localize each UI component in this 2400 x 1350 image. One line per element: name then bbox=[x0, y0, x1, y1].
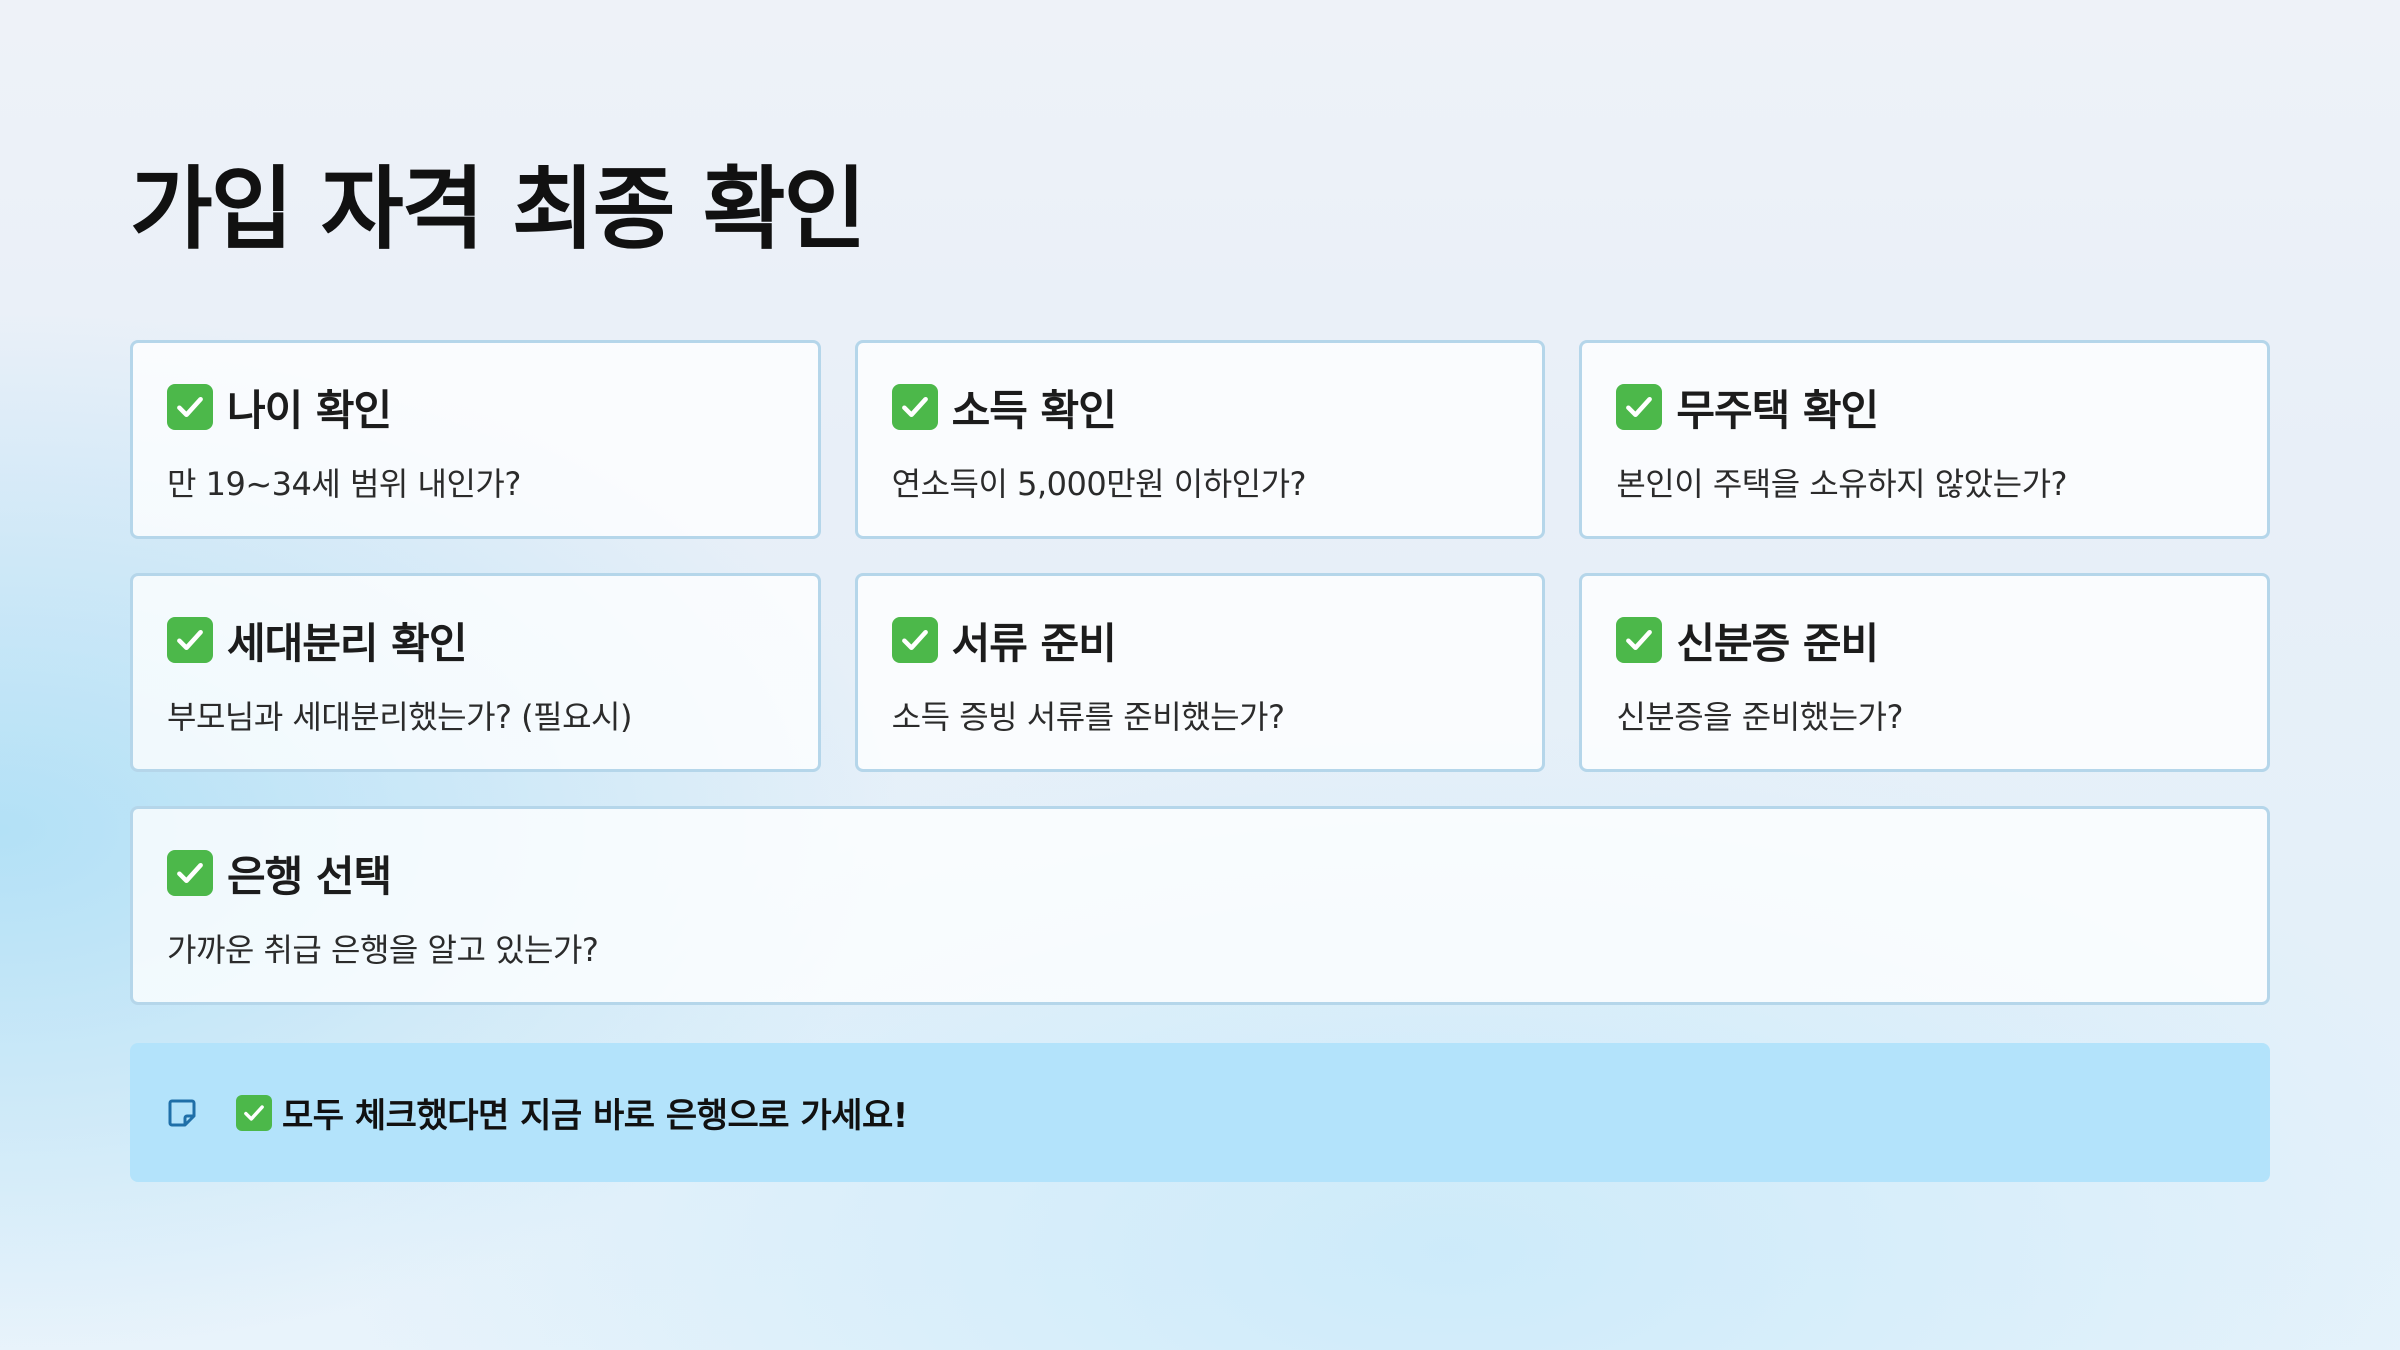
check-mark-button-icon bbox=[891, 384, 938, 430]
check-mark-button-icon bbox=[891, 617, 938, 663]
page-title: 가입 자격 최종 확인 bbox=[130, 157, 866, 262]
checklist-card-id-card: 신분증 준비 신분증을 준비했는가? bbox=[1579, 573, 2270, 772]
card-title: 은행 선택 bbox=[227, 851, 392, 901]
card-title: 서류 준비 bbox=[951, 618, 1117, 668]
check-mark-button-icon bbox=[167, 850, 213, 896]
checklist-card-income: 소득 확인 연소득이 5,000만원 이하인가? bbox=[854, 340, 1546, 539]
checklist-card-bank: 은행 선택 가까운 취급 은행을 알고 있는가? bbox=[130, 806, 2270, 1005]
card-header: 은행 선택 bbox=[167, 841, 2233, 905]
card-header: 세대분리 확인 bbox=[167, 608, 784, 672]
card-description: 소득 증빙 서류를 준비했는가? bbox=[891, 698, 1285, 736]
card-header: 신분증 준비 bbox=[1616, 608, 2233, 672]
card-description: 가까운 취급 은행을 알고 있는가? bbox=[167, 931, 599, 969]
card-title: 나이 확인 bbox=[227, 385, 392, 435]
check-mark-button-icon bbox=[236, 1094, 272, 1131]
card-description: 연소득이 5,000만원 이하인가? bbox=[891, 465, 1307, 503]
card-header: 서류 준비 bbox=[891, 608, 1509, 672]
checklist-card-documents: 서류 준비 소득 증빙 서류를 준비했는가? bbox=[854, 573, 1546, 772]
checklist-grid: 나이 확인 만 19~34세 범위 내인가? 소득 확인 연소득이 5,000만… bbox=[130, 340, 2270, 1005]
check-mark-button-icon bbox=[167, 617, 213, 663]
card-description: 본인이 주택을 소유하지 않았는가? bbox=[1616, 465, 2067, 503]
check-mark-button-icon bbox=[1616, 384, 1663, 430]
banner-text: 모두 체크했다면 지금 바로 은행으로 가세요! bbox=[282, 1096, 908, 1136]
note-icon bbox=[168, 1099, 196, 1126]
checklist-card-age: 나이 확인 만 19~34세 범위 내인가? bbox=[130, 340, 821, 539]
card-description: 신분증을 준비했는가? bbox=[1616, 698, 1903, 736]
card-title: 세대분리 확인 bbox=[227, 618, 467, 668]
check-mark-button-icon bbox=[167, 384, 213, 430]
card-title: 소득 확인 bbox=[951, 385, 1117, 435]
card-header: 소득 확인 bbox=[891, 375, 1509, 439]
checklist-card-household-separation: 세대분리 확인 부모님과 세대분리했는가? (필요시) bbox=[130, 573, 821, 772]
checklist-card-homeless: 무주택 확인 본인이 주택을 소유하지 않았는가? bbox=[1579, 340, 2270, 539]
card-description: 부모님과 세대분리했는가? (필요시) bbox=[167, 698, 632, 736]
callout-banner: 모두 체크했다면 지금 바로 은행으로 가세요! bbox=[130, 1043, 2270, 1182]
card-title: 신분증 준비 bbox=[1676, 618, 1879, 668]
card-description: 만 19~34세 범위 내인가? bbox=[167, 465, 521, 503]
card-title: 무주택 확인 bbox=[1676, 385, 1879, 435]
check-mark-button-icon bbox=[1616, 617, 1663, 663]
card-header: 무주택 확인 bbox=[1616, 375, 2233, 439]
card-header: 나이 확인 bbox=[167, 375, 784, 439]
